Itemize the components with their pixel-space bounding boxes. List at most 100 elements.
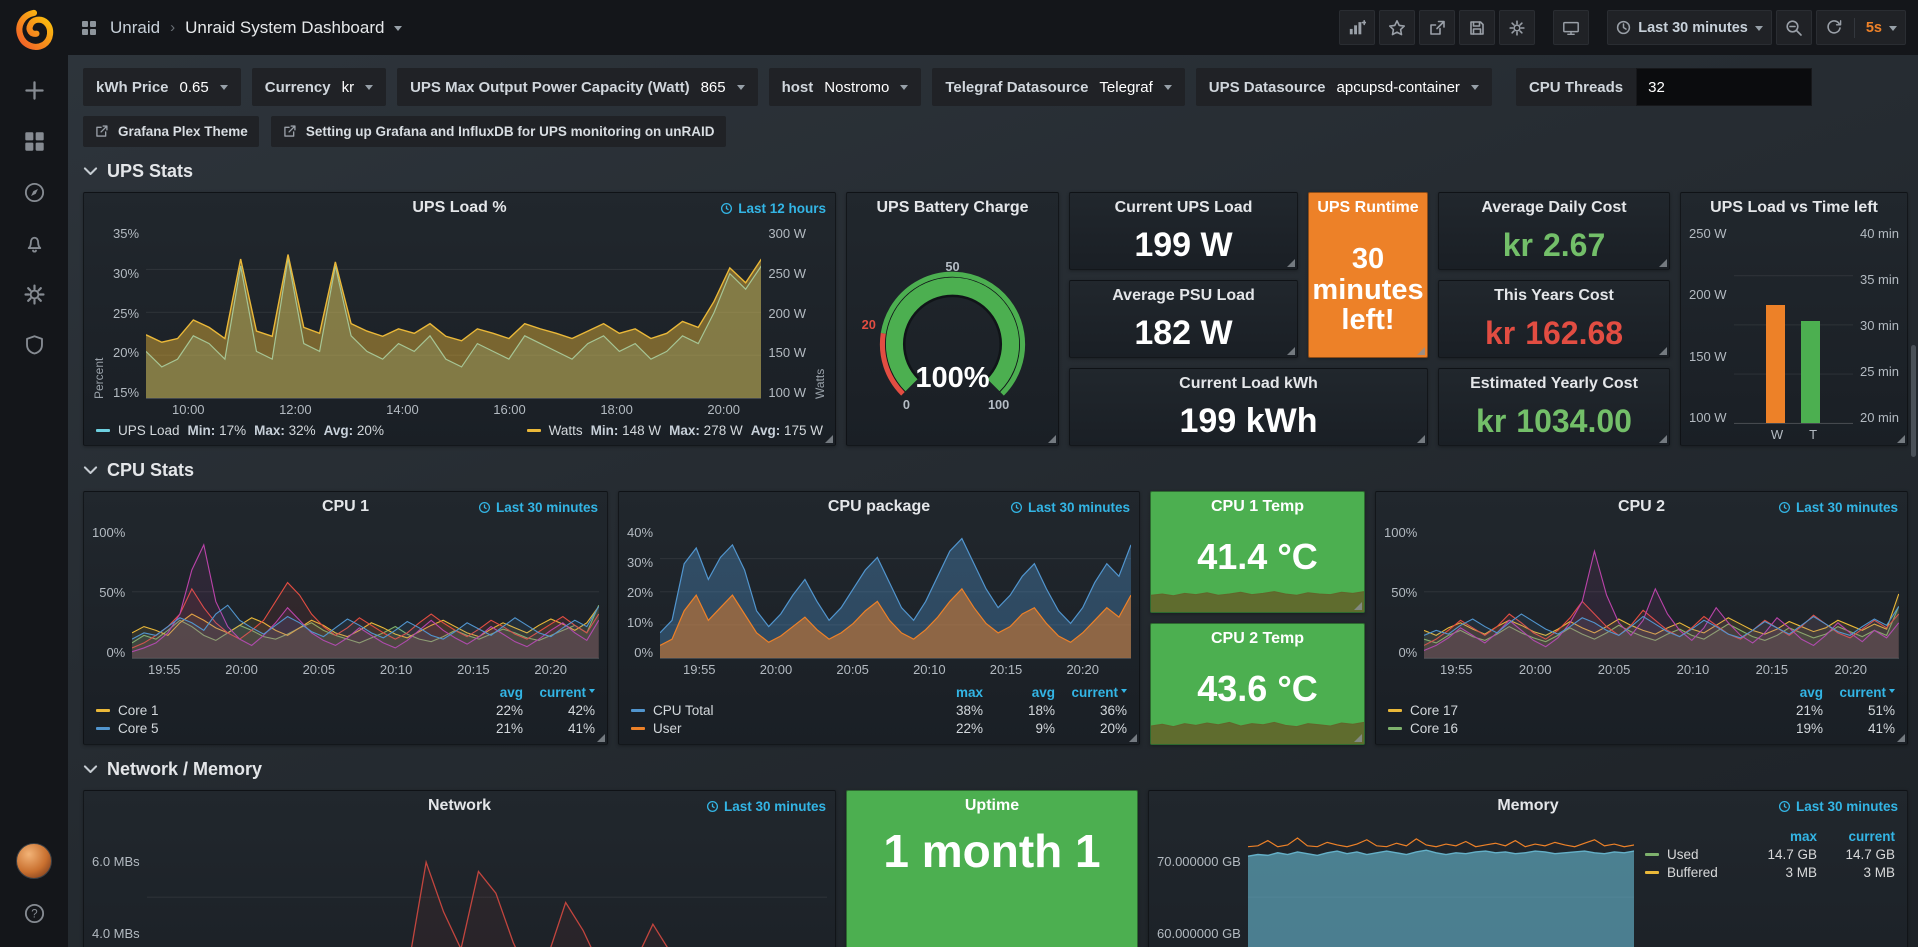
variable-ups-max-output[interactable]: UPS Max Output Power Capacity (Watt)865 bbox=[397, 68, 758, 106]
panel-resize-handle[interactable] bbox=[1417, 435, 1425, 443]
legend-item[interactable]: Core 1 22% 42% bbox=[96, 701, 595, 719]
panel-resize-handle[interactable] bbox=[1659, 347, 1667, 355]
link-grafana-plex-theme[interactable]: Grafana Plex Theme bbox=[83, 116, 259, 147]
legend-col-current[interactable]: current bbox=[1825, 829, 1895, 844]
panel-header[interactable]: This Years Cost bbox=[1439, 281, 1669, 311]
configuration-gear-icon[interactable] bbox=[22, 282, 46, 306]
panel-time-badge[interactable]: Last 30 minutes bbox=[706, 799, 826, 814]
legend-item[interactable]: Core 16 19% 41% bbox=[1388, 719, 1895, 737]
variable-ups-datasource[interactable]: UPS Datasourceapcupsd-container bbox=[1196, 68, 1492, 106]
panel-header[interactable]: CPU 2 Last 30 minutes bbox=[1376, 492, 1907, 522]
panel-resize-handle[interactable] bbox=[1897, 435, 1905, 443]
variable-value[interactable]: kr bbox=[342, 79, 355, 96]
section-header-cpu-stats[interactable]: CPU Stats bbox=[83, 460, 1908, 481]
variable-host[interactable]: hostNostromo bbox=[769, 68, 922, 106]
legend-item[interactable]: User 22% 9% 20% bbox=[631, 719, 1127, 737]
plot-area[interactable] bbox=[660, 526, 1131, 659]
plot-area[interactable] bbox=[132, 526, 599, 659]
variable-value[interactable]: Telegraf bbox=[1099, 79, 1152, 96]
panel-time-badge[interactable]: Last 30 minutes bbox=[1778, 799, 1898, 814]
legend-label[interactable]: Watts bbox=[549, 423, 583, 438]
legend-label[interactable]: Core 1 bbox=[118, 703, 451, 718]
create-icon[interactable] bbox=[22, 78, 46, 102]
legend-label[interactable]: User bbox=[653, 721, 911, 736]
grafana-logo[interactable] bbox=[12, 8, 56, 52]
share-button[interactable] bbox=[1419, 10, 1455, 45]
server-admin-shield-icon[interactable] bbox=[22, 333, 46, 357]
plot-area[interactable] bbox=[1734, 227, 1853, 424]
section-header-network-memory[interactable]: Network / Memory bbox=[83, 759, 1908, 780]
dashboards-icon[interactable] bbox=[22, 129, 46, 153]
panel-header[interactable]: CPU 2 Temp bbox=[1151, 624, 1364, 654]
panel-header[interactable]: UPS Battery Charge bbox=[847, 193, 1058, 223]
legend-item[interactable]: Core 17 21% 51% bbox=[1388, 701, 1895, 719]
variable-kwh-price[interactable]: kWh Price0.65 bbox=[83, 68, 241, 106]
variable-value[interactable]: 865 bbox=[701, 79, 726, 96]
panel-resize-handle[interactable] bbox=[1287, 259, 1295, 267]
time-range-picker[interactable]: Last 30 minutes bbox=[1607, 10, 1772, 45]
panel-header[interactable]: Average Daily Cost bbox=[1439, 193, 1669, 223]
legend-header[interactable]: max current bbox=[1645, 827, 1895, 845]
legend-label[interactable]: Buffered bbox=[1667, 865, 1739, 880]
variable-value[interactable]: Nostromo bbox=[824, 79, 889, 96]
legend-col-current[interactable]: current bbox=[1831, 685, 1895, 700]
panel-time-badge[interactable]: Last 12 hours bbox=[720, 201, 826, 216]
legend-col-max[interactable]: max bbox=[1747, 829, 1817, 844]
panel-header[interactable]: Current Load kWh bbox=[1070, 369, 1427, 399]
legend-label[interactable]: Core 5 bbox=[118, 721, 451, 736]
panel-resize-handle[interactable] bbox=[1354, 602, 1362, 610]
panel-header[interactable]: Network Last 30 minutes bbox=[84, 791, 835, 821]
legend-item[interactable]: Used 14.7 GB 14.7 GB bbox=[1645, 845, 1895, 863]
variable-currency[interactable]: Currencykr bbox=[252, 68, 386, 106]
legend-col-max[interactable]: max bbox=[919, 685, 983, 700]
explore-icon[interactable] bbox=[22, 180, 46, 204]
legend-item[interactable]: Core 5 21% 41% bbox=[96, 719, 595, 737]
panel-header[interactable]: CPU package Last 30 minutes bbox=[619, 492, 1139, 522]
refresh-interval-label[interactable]: 5s bbox=[1866, 20, 1882, 36]
cpu-threads-input[interactable] bbox=[1636, 68, 1812, 106]
panel-resize-handle[interactable] bbox=[1354, 734, 1362, 742]
panel-header[interactable]: CPU 1 Temp bbox=[1151, 492, 1364, 522]
legend-header[interactable]: avg current bbox=[96, 683, 595, 701]
legend-col-avg[interactable]: avg bbox=[1759, 685, 1823, 700]
legend-header[interactable]: avg current bbox=[1388, 683, 1895, 701]
scrollbar-thumb[interactable] bbox=[1911, 345, 1916, 457]
legend-col-avg[interactable]: avg bbox=[991, 685, 1055, 700]
panel-header[interactable]: Memory Last 30 minutes bbox=[1149, 791, 1907, 821]
breadcrumb[interactable]: Unraid › Unraid System Dashboard bbox=[110, 18, 402, 38]
breadcrumb-folder[interactable]: Unraid bbox=[110, 18, 160, 38]
legend-item[interactable]: Buffered 3 MB 3 MB bbox=[1645, 863, 1895, 881]
zoom-out-button[interactable] bbox=[1776, 10, 1812, 45]
panel-header[interactable]: Average PSU Load bbox=[1070, 281, 1297, 311]
panel-resize-handle[interactable] bbox=[1659, 259, 1667, 267]
user-avatar[interactable] bbox=[16, 843, 52, 879]
variable-value[interactable]: apcupsd-container bbox=[1337, 79, 1460, 96]
panel-resize-handle[interactable] bbox=[1417, 347, 1425, 355]
panel-header[interactable]: Uptime bbox=[847, 791, 1137, 821]
legend-label[interactable]: Core 17 bbox=[1410, 703, 1751, 718]
panel-header[interactable]: Estimated Yearly Cost bbox=[1439, 369, 1669, 399]
bar-watts[interactable] bbox=[1766, 305, 1785, 423]
section-header-ups-stats[interactable]: UPS Stats bbox=[83, 161, 1908, 182]
panel-header[interactable]: UPS Load % Last 12 hours bbox=[84, 193, 835, 223]
panel-time-badge[interactable]: Last 30 minutes bbox=[478, 500, 598, 515]
panel-header[interactable]: UPS Load vs Time left bbox=[1681, 193, 1907, 223]
legend-item-watts[interactable]: Watts Min: 148 W Max: 278 W Avg: 175 W bbox=[527, 423, 823, 438]
legend-col-current[interactable]: current bbox=[531, 685, 595, 700]
panel-resize-handle[interactable] bbox=[597, 734, 605, 742]
variable-telegraf-datasource[interactable]: Telegraf DatasourceTelegraf bbox=[932, 68, 1184, 106]
plot-area[interactable] bbox=[1248, 825, 1634, 947]
legend-col-avg[interactable]: avg bbox=[459, 685, 523, 700]
link-ups-monitoring-guide[interactable]: Setting up Grafana and InfluxDB for UPS … bbox=[271, 116, 726, 147]
plot-area[interactable] bbox=[147, 825, 827, 947]
dashboard-settings-button[interactable] bbox=[1499, 10, 1535, 45]
panel-resize-handle[interactable] bbox=[1287, 347, 1295, 355]
legend-header[interactable]: max avg current bbox=[631, 683, 1127, 701]
plot-area[interactable] bbox=[146, 227, 761, 399]
tv-mode-button[interactable] bbox=[1553, 10, 1589, 45]
panel-header[interactable]: UPS Runtime bbox=[1309, 193, 1427, 223]
panel-resize-handle[interactable] bbox=[825, 435, 833, 443]
refresh-button[interactable]: 5s bbox=[1816, 10, 1906, 45]
legend-item-ups-load[interactable]: UPS Load Min: 17% Max: 32% Avg: 20% bbox=[96, 423, 384, 438]
panel-resize-handle[interactable] bbox=[1659, 435, 1667, 443]
